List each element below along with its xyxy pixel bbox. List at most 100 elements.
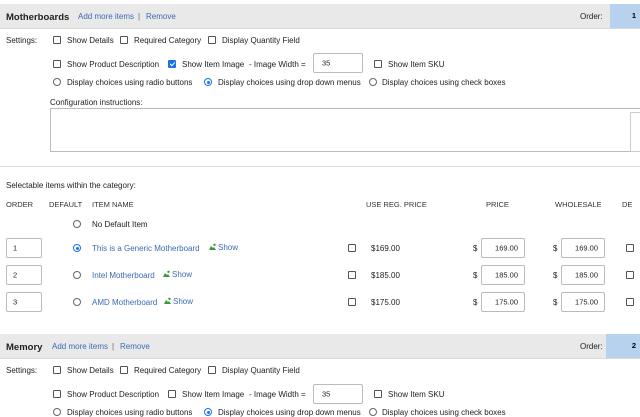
item-order-input[interactable]: 2 <box>6 265 42 285</box>
item-name-link[interactable]: This is a Generic Motherboard <box>92 244 200 253</box>
item-name-link[interactable]: AMD Motherboard <box>92 298 157 307</box>
header-cut-off: DE <box>622 200 633 209</box>
item-name-link[interactable]: Intel Motherboard <box>92 271 155 280</box>
image-width-input[interactable]: 35 <box>313 53 363 73</box>
order-label: Order: <box>580 12 603 21</box>
display-quantity-field-label: Display Quantity Field <box>222 366 300 375</box>
show-details-label: Show Details <box>67 366 114 375</box>
image-icon <box>209 243 216 250</box>
use-reg-price-checkbox[interactable] <box>348 244 356 252</box>
textarea-scroll-handle[interactable] <box>630 112 640 152</box>
required-category-checkbox[interactable] <box>120 366 128 374</box>
use-reg-price-checkbox[interactable] <box>348 271 356 279</box>
wholesale-input[interactable]: 185.00 <box>561 265 605 285</box>
display-radio-buttons-radio[interactable] <box>53 408 61 416</box>
wholesale-currency: $ <box>553 298 558 307</box>
reg-price-value: $169.00 <box>371 244 400 253</box>
default-item-radio[interactable] <box>73 244 81 252</box>
show-image-link[interactable]: Show <box>162 270 192 279</box>
display-quantity-field-checkbox[interactable] <box>208 366 216 374</box>
section-divider <box>0 166 640 167</box>
items-caption: Selectable items within the category: <box>6 181 136 190</box>
display-check-boxes-label: Display choices using check boxes <box>382 78 506 87</box>
display-check-boxes-radio[interactable] <box>369 78 377 86</box>
display-drop-down-label: Display choices using drop down menus <box>218 408 361 417</box>
show-item-image-label: Show Item Image <box>182 390 245 399</box>
reg-price-value: $175.00 <box>371 298 400 307</box>
image-icon <box>164 297 171 304</box>
show-product-description-label: Show Product Description <box>67 390 160 399</box>
wholesale-input[interactable]: 175.00 <box>561 292 605 312</box>
category-order-field[interactable]: 1 <box>610 4 640 28</box>
show-image-link[interactable]: Show <box>163 297 193 306</box>
no-default-radio[interactable] <box>73 220 81 228</box>
show-product-description-label: Show Product Description <box>67 60 160 69</box>
price-currency: $ <box>473 244 478 253</box>
show-item-image-checkbox[interactable] <box>168 60 176 68</box>
show-product-description-checkbox[interactable] <box>53 390 61 398</box>
remove-category-link[interactable]: Remove <box>120 342 150 351</box>
wholesale-currency: $ <box>553 271 558 280</box>
show-item-image-checkbox[interactable] <box>168 390 176 398</box>
image-width-input[interactable]: 35 <box>313 384 363 404</box>
show-item-sku-checkbox[interactable] <box>374 390 382 398</box>
price-input[interactable]: 185.00 <box>481 265 525 285</box>
header-wholesale: WHOLESALE <box>555 200 602 209</box>
show-item-sku-checkbox[interactable] <box>374 60 382 68</box>
category-title: Motherboards <box>6 12 70 23</box>
image-icon <box>163 270 170 277</box>
required-category-checkbox[interactable] <box>120 36 128 44</box>
row-extra-checkbox[interactable] <box>626 244 634 252</box>
display-check-boxes-radio[interactable] <box>369 408 377 416</box>
required-category-label: Required Category <box>134 36 202 45</box>
add-more-items-link[interactable]: Add more items <box>52 342 108 351</box>
display-check-boxes-label: Display choices using check boxes <box>382 408 506 417</box>
show-product-description-checkbox[interactable] <box>53 60 61 68</box>
category-order-field[interactable]: 2 <box>606 334 640 358</box>
show-item-sku-label: Show Item SKU <box>388 60 445 69</box>
price-input[interactable]: 175.00 <box>481 292 525 312</box>
use-reg-price-checkbox[interactable] <box>348 298 356 306</box>
display-quantity-field-label: Display Quantity Field <box>222 36 300 45</box>
show-details-checkbox[interactable] <box>53 36 61 44</box>
order-label: Order: <box>580 342 603 351</box>
display-drop-down-label: Display choices using drop down menus <box>218 78 361 87</box>
display-radio-buttons-label: Display choices using radio buttons <box>67 78 193 87</box>
image-width-label: - Image Width = <box>249 390 306 399</box>
show-details-checkbox[interactable] <box>53 366 61 374</box>
category-title: Memory <box>6 342 43 353</box>
show-details-label: Show Details <box>67 36 114 45</box>
required-category-label: Required Category <box>134 366 202 375</box>
default-item-radio[interactable] <box>73 271 81 279</box>
price-currency: $ <box>473 271 478 280</box>
show-image-link[interactable]: Show <box>208 243 238 252</box>
header-default: DEFAULT <box>49 200 83 209</box>
display-drop-down-radio[interactable] <box>204 408 212 416</box>
display-radio-buttons-radio[interactable] <box>53 78 61 86</box>
price-input[interactable]: 169.00 <box>481 238 525 258</box>
wholesale-input[interactable]: 169.00 <box>561 238 605 258</box>
row-extra-checkbox[interactable] <box>626 271 634 279</box>
header-order: ORDER <box>6 200 34 209</box>
image-width-label: - Image Width = <box>249 60 306 69</box>
remove-category-link[interactable]: Remove <box>146 12 176 21</box>
item-order-input[interactable]: 3 <box>6 292 42 312</box>
add-more-items-link[interactable]: Add more items <box>78 12 134 21</box>
show-item-sku-label: Show Item SKU <box>388 390 445 399</box>
order-value: 1 <box>631 11 636 20</box>
price-currency: $ <box>473 298 478 307</box>
config-instructions-textarea[interactable] <box>50 108 640 152</box>
order-value: 2 <box>631 341 636 350</box>
header-price: PRICE <box>486 200 509 209</box>
default-item-radio[interactable] <box>73 298 81 306</box>
config-instructions-label: Configuration instructions: <box>50 98 143 107</box>
header-item-name: ITEM NAME <box>92 200 134 209</box>
item-order-input[interactable]: 1 <box>6 238 42 258</box>
link-separator: | <box>138 12 141 21</box>
show-item-image-label: Show Item Image <box>182 60 245 69</box>
display-quantity-field-checkbox[interactable] <box>208 36 216 44</box>
row-extra-checkbox[interactable] <box>626 298 634 306</box>
display-drop-down-radio[interactable] <box>204 78 212 86</box>
no-default-label: No Default Item <box>92 220 148 229</box>
settings-label: Settings: <box>6 36 38 45</box>
